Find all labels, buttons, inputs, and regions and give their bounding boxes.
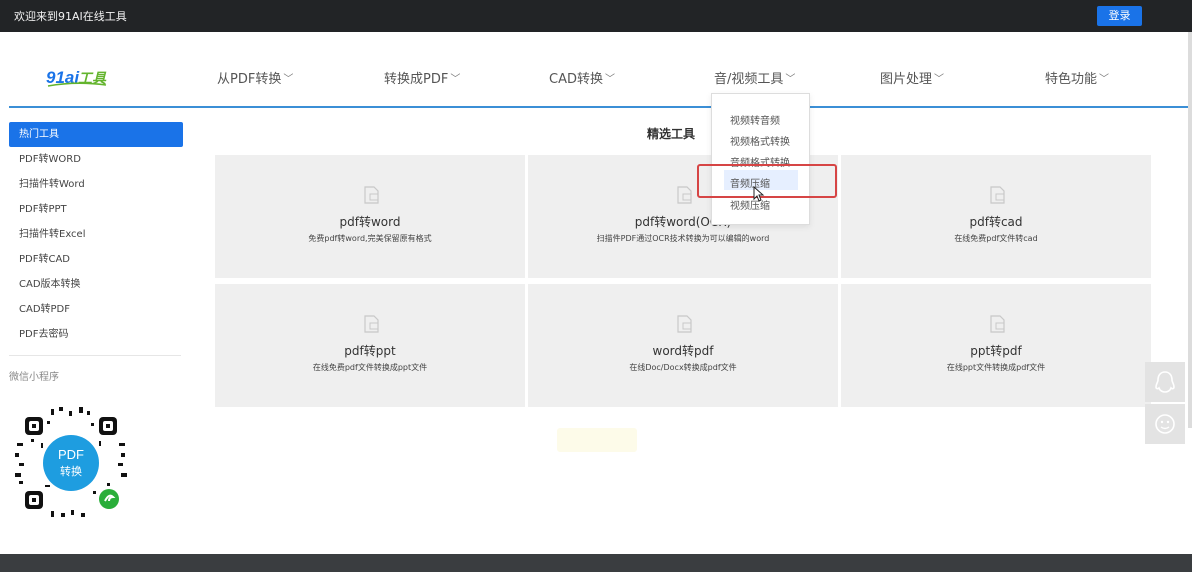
page-scrollbar[interactable] [1188,32,1192,428]
chevron-down-icon: ﹀ [450,74,461,85]
mouse-cursor-icon [753,186,765,202]
tool-card-desc: 在线免费pdf文件转换成ppt文件 [312,363,428,372]
qr-center-text-a: PDF [58,447,84,462]
welcome-text: 欢迎来到91AI在线工具 [14,10,127,23]
tool-card-desc: 在线Doc/Docx转换成pdf文件 [629,363,737,372]
header: 91ai 工具 从PDF转换 ﹀ 转换成PDF ﹀ CAD转换 ﹀ 音/视频工具 ﹀ 图… [0,32,1192,108]
sidebar-divider [9,355,181,356]
tool-card-title: word转pdf [652,344,714,358]
nav-audio-video[interactable]: 音/视频工具 ﹀ [714,68,795,87]
document-icon [677,186,692,204]
nav-image[interactable]: 图片处理 ﹀ [880,68,944,87]
sidebar-item-pdf-to-ppt[interactable]: PDF转PPT [9,197,183,222]
sidebar-item-pdf-remove-password[interactable]: PDF去密码 [9,322,183,347]
qq-contact-button[interactable] [1145,362,1185,402]
sidebar-item-hot-tools[interactable]: 热门工具 [9,122,183,147]
nav-label: 音/视频工具 [714,72,784,87]
chevron-down-icon: ﹀ [1099,74,1110,85]
nav-label: 从PDF转换 [217,72,282,87]
chevron-down-icon: ﹀ [934,74,945,85]
tool-card-desc: 扫描件PDF通过OCR技术转换为可以编辑的word [596,234,770,243]
tool-card-title: pdf转word [339,215,401,229]
nav-label: 图片处理 [880,72,933,87]
document-icon [677,315,692,333]
nav-label: CAD转换 [549,72,603,87]
tool-card-desc: 免费pdf转word,完美保留原有格式 [308,234,432,243]
tool-card-title: pdf转ppt [344,344,396,358]
audio-video-dropdown: 视频转音频 视频格式转换 音频格式转换 音频压缩 视频压缩 [711,93,810,225]
nav-cad[interactable]: CAD转换 ﹀ [549,68,615,87]
sidebar: 热门工具 PDF转WORD 扫描件转Word PDF转PPT 扫描件转Excel… [9,122,183,383]
tool-card-pdf-to-ppt[interactable]: pdf转ppt 在线免费pdf文件转换成ppt文件 [215,284,525,407]
qr-center-text-b: 转换 [60,464,82,478]
annotation-highlight-box [697,164,837,198]
site-logo[interactable]: 91ai 工具 [46,65,108,89]
qq-icon [1155,371,1175,393]
tool-card-word-to-pdf[interactable]: word转pdf 在线Doc/Docx转换成pdf文件 [528,284,838,407]
document-icon [364,315,379,333]
nav-from-pdf[interactable]: 从PDF转换 ﹀ [217,68,293,87]
tool-card-pdf-to-cad[interactable]: pdf转cad 在线免费pdf文件转cad [841,155,1151,278]
sidebar-item-pdf-to-word[interactable]: PDF转WORD [9,147,183,172]
document-icon [990,186,1005,204]
sidebar-item-scan-to-excel[interactable]: 扫描件转Excel [9,222,183,247]
tool-card-desc: 在线免费pdf文件转cad [954,234,1038,243]
dropdown-item-video-to-audio[interactable]: 视频转音频 [730,112,780,127]
nav-label: 转换成PDF [384,72,449,87]
dropdown-item-video-format[interactable]: 视频格式转换 [730,133,790,148]
nav-label: 特色功能 [1045,72,1098,87]
document-icon [364,186,379,204]
sidebar-item-scan-to-word[interactable]: 扫描件转Word [9,172,183,197]
tool-card-desc: 在线ppt文件转换成pdf文件 [946,363,1046,372]
qr-code-icon: PDF 转换 [15,407,127,517]
header-divider [9,106,1189,108]
tool-card-title: pdf转cad [969,215,1023,229]
sidebar-item-cad-to-pdf[interactable]: CAD转PDF [9,297,183,322]
faint-button[interactable] [557,428,637,452]
footer [0,554,1192,572]
sidebar-item-cad-version[interactable]: CAD版本转换 [9,272,183,297]
sidebar-item-pdf-to-cad[interactable]: PDF转CAD [9,247,183,272]
login-button[interactable]: 登录 [1097,6,1142,26]
chevron-down-icon: ﹀ [785,74,796,85]
nav-to-pdf[interactable]: 转换成PDF ﹀ [384,68,460,87]
wechat-icon [1155,414,1175,434]
chevron-down-icon: ﹀ [283,74,294,85]
tool-card-pdf-to-word[interactable]: pdf转word 免费pdf转word,完美保留原有格式 [215,155,525,278]
top-bar: 欢迎来到91AI在线工具 登录 [0,0,1192,32]
nav-special[interactable]: 特色功能 ﹀ [1045,68,1109,87]
mini-program-label: 微信小程序 [9,372,59,383]
tool-card-ppt-to-pdf[interactable]: ppt转pdf 在线ppt文件转换成pdf文件 [841,284,1151,407]
wechat-contact-button[interactable] [1145,404,1185,444]
tool-card-title: ppt转pdf [970,344,1022,358]
featured-tools-title: 精选工具 [647,127,696,141]
document-icon [990,315,1005,333]
chevron-down-icon: ﹀ [604,74,615,85]
